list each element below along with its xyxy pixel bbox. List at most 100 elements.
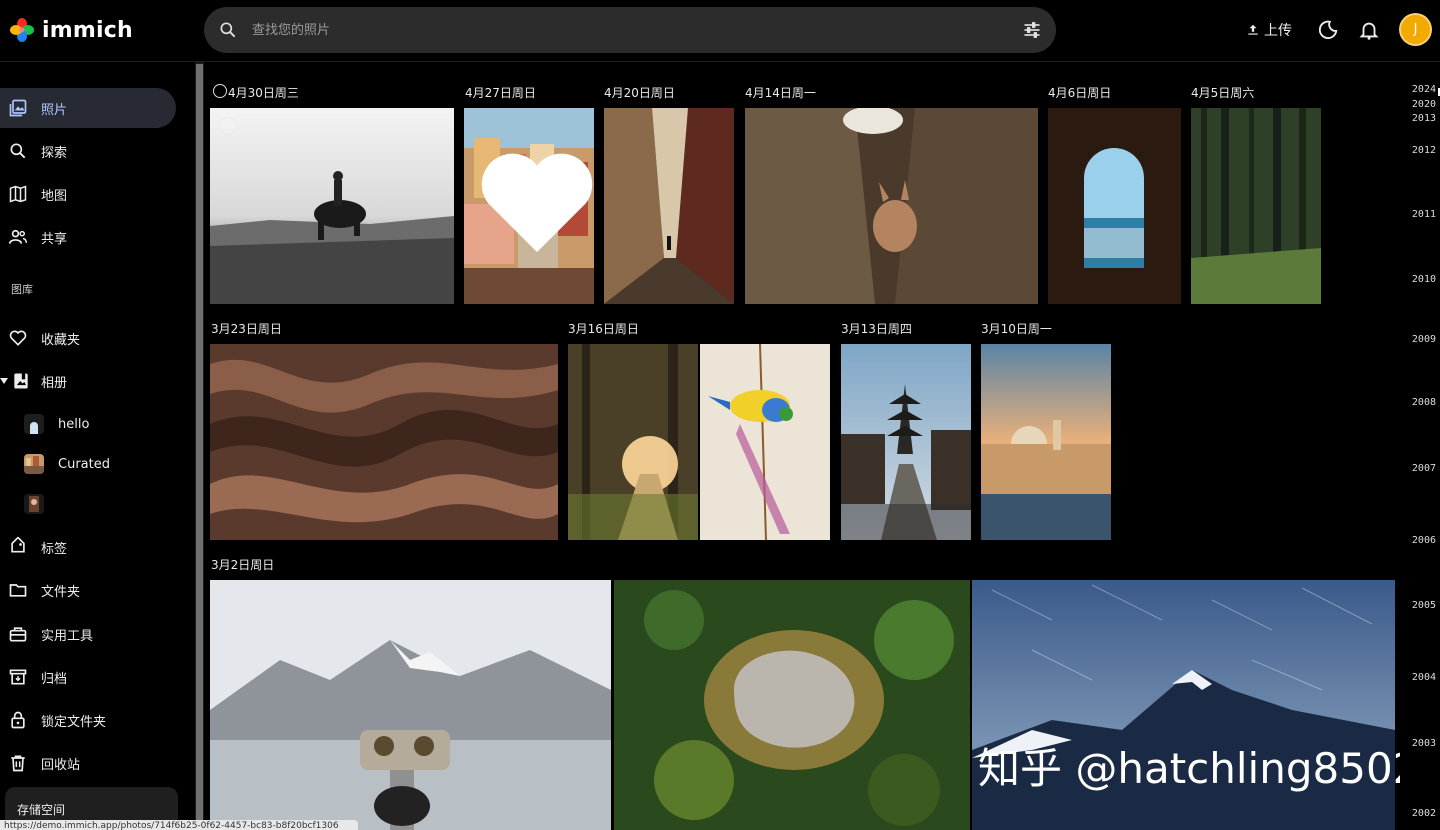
brand-name: immich [42,17,133,43]
sidebar-item-map[interactable]: 地图 [0,174,176,214]
sidebar-item-label: 锁定文件夹 [41,714,107,730]
date-group-label: 3月10日周一 [981,322,1052,336]
photo-thumbnail[interactable] [614,580,970,830]
sidebar-item-folders[interactable]: 文件夹 [0,570,176,610]
heart-icon [9,330,27,346]
sidebar-item-explore[interactable]: 探索 [0,131,176,171]
year-label[interactable]: 2009 [1412,334,1436,345]
photo-thumbnail[interactable] [981,344,1111,540]
date-group-label: 4月30日周三 [228,86,299,100]
sidebar-item-photos[interactable]: 照片 [0,88,176,128]
album-thumbnail [24,454,44,474]
immich-app: immich 上传 J 照片 探索 地图 [0,0,1440,830]
sidebar-scrollbar[interactable] [195,62,204,830]
year-label[interactable]: 2010 [1412,274,1436,285]
trash-icon [11,755,25,772]
photo-thumbnail[interactable] [700,344,830,540]
search-filter-icon[interactable] [1022,20,1042,40]
sidebar-item-sharing[interactable]: 共享 [0,217,176,257]
year-label[interactable]: 2005 [1412,600,1436,611]
date-group-label: 3月23日周日 [211,322,282,336]
user-avatar[interactable]: J [1399,13,1432,46]
sidebar: 照片 探索 地图 共享 图库 收藏夹 相册 hello Curated 标签 文… [0,62,196,830]
sidebar-item-trash[interactable]: 回收站 [0,743,176,783]
year-label[interactable]: 2020 [1412,99,1436,110]
date-group-label: 3月13日周四 [841,322,912,336]
toolbox-icon [9,627,27,642]
album-name: Curated [58,456,110,472]
photo-thumbnail[interactable] [210,580,611,830]
sidebar-item-favorites[interactable]: 收藏夹 [0,318,176,358]
date-group-label: 3月2日周日 [211,558,275,572]
year-label[interactable]: 2008 [1412,397,1436,408]
photo-thumbnail[interactable] [604,108,734,304]
logo[interactable]: immich [8,14,133,46]
search-bar[interactable] [204,7,1056,53]
sidebar-item-label: 相册 [41,375,68,391]
status-bar-url: https://demo.immich.app/photos/714f6b25-… [0,820,358,830]
year-label[interactable]: 2012 [1412,145,1436,156]
date-group-label: 4月5日周六 [1191,86,1255,100]
album-item-untitled[interactable] [24,489,58,519]
sidebar-item-archive[interactable]: 归档 [0,657,176,697]
sidebar-item-label: 文件夹 [41,584,81,600]
date-group-label: 4月14日周一 [745,86,816,100]
sidebar-item-label: 地图 [41,188,68,204]
bell-icon[interactable] [1358,19,1380,41]
photo-thumbnail[interactable] [210,344,558,540]
select-group-circle[interactable] [213,84,227,98]
year-label[interactable]: 2013 [1412,113,1436,124]
photo-thumbnail[interactable] [568,344,698,540]
scrollbar-thumb[interactable] [196,64,203,828]
year-label[interactable]: 2004 [1412,672,1436,683]
theme-toggle-icon[interactable] [1317,19,1339,41]
photo-thumbnail[interactable] [210,108,454,304]
immich-logo-icon [10,18,34,42]
photo-thumbnail[interactable] [841,344,971,540]
photos-icon [9,99,27,117]
lock-icon [11,711,25,729]
photo-timeline: 4月30日周三 4月27日周日 4月20日周日 4月14日周一 4月6日周日 4… [204,62,1400,830]
archive-icon [9,669,27,685]
year-label[interactable]: 2006 [1412,535,1436,546]
photo-thumbnail[interactable] [745,108,1038,304]
search-icon [220,22,236,38]
storage-label: 存储空间 [17,803,66,817]
date-group-label: 4月6日周日 [1048,86,1112,100]
upload-button[interactable]: 上传 [1240,14,1298,46]
sidebar-item-label: 标签 [41,541,68,557]
search-icon [10,143,26,159]
upload-label: 上传 [1264,23,1292,39]
year-label[interactable]: 2002 [1412,808,1436,819]
sidebar-item-label: 回收站 [41,757,81,773]
album-item-hello[interactable]: hello [24,409,89,439]
search-input[interactable] [252,7,1012,53]
favorite-heart-icon[interactable] [472,108,594,296]
date-group-label: 4月20日周日 [604,86,675,100]
share-icon [8,229,28,244]
date-group-label: 3月16日周日 [568,322,639,336]
chevron-down-icon[interactable] [0,375,8,385]
sidebar-item-label: 归档 [41,671,68,687]
sidebar-item-label: 实用工具 [41,628,94,644]
sidebar-item-tags[interactable]: 标签 [0,527,176,567]
photo-thumbnail[interactable] [1048,108,1181,304]
sidebar-item-albums[interactable]: 相册 [0,361,176,401]
photo-thumbnail[interactable] [464,108,594,304]
date-group-label: 4月27日周日 [465,86,536,100]
year-label[interactable]: 2003 [1412,738,1436,749]
top-bar: immich 上传 J [0,0,1440,62]
folder-icon [9,584,27,597]
year-label[interactable]: 2007 [1412,463,1436,474]
photo-thumbnail[interactable] [1191,108,1321,304]
album-name: hello [58,416,90,432]
sidebar-item-utilities[interactable]: 实用工具 [0,614,176,654]
album-item-curated[interactable]: Curated [24,449,110,479]
sidebar-item-label: 照片 [41,102,68,118]
library-section-heading: 图库 [11,283,33,296]
year-label[interactable]: 2024 [1412,84,1436,95]
timeline-year-scrubber[interactable]: 2024 2020 2013 2012 2011 2010 2009 2008 … [1400,62,1440,830]
sidebar-item-locked-folder[interactable]: 锁定文件夹 [0,700,176,740]
year-label[interactable]: 2011 [1412,209,1436,220]
select-check-icon[interactable] [219,117,237,135]
